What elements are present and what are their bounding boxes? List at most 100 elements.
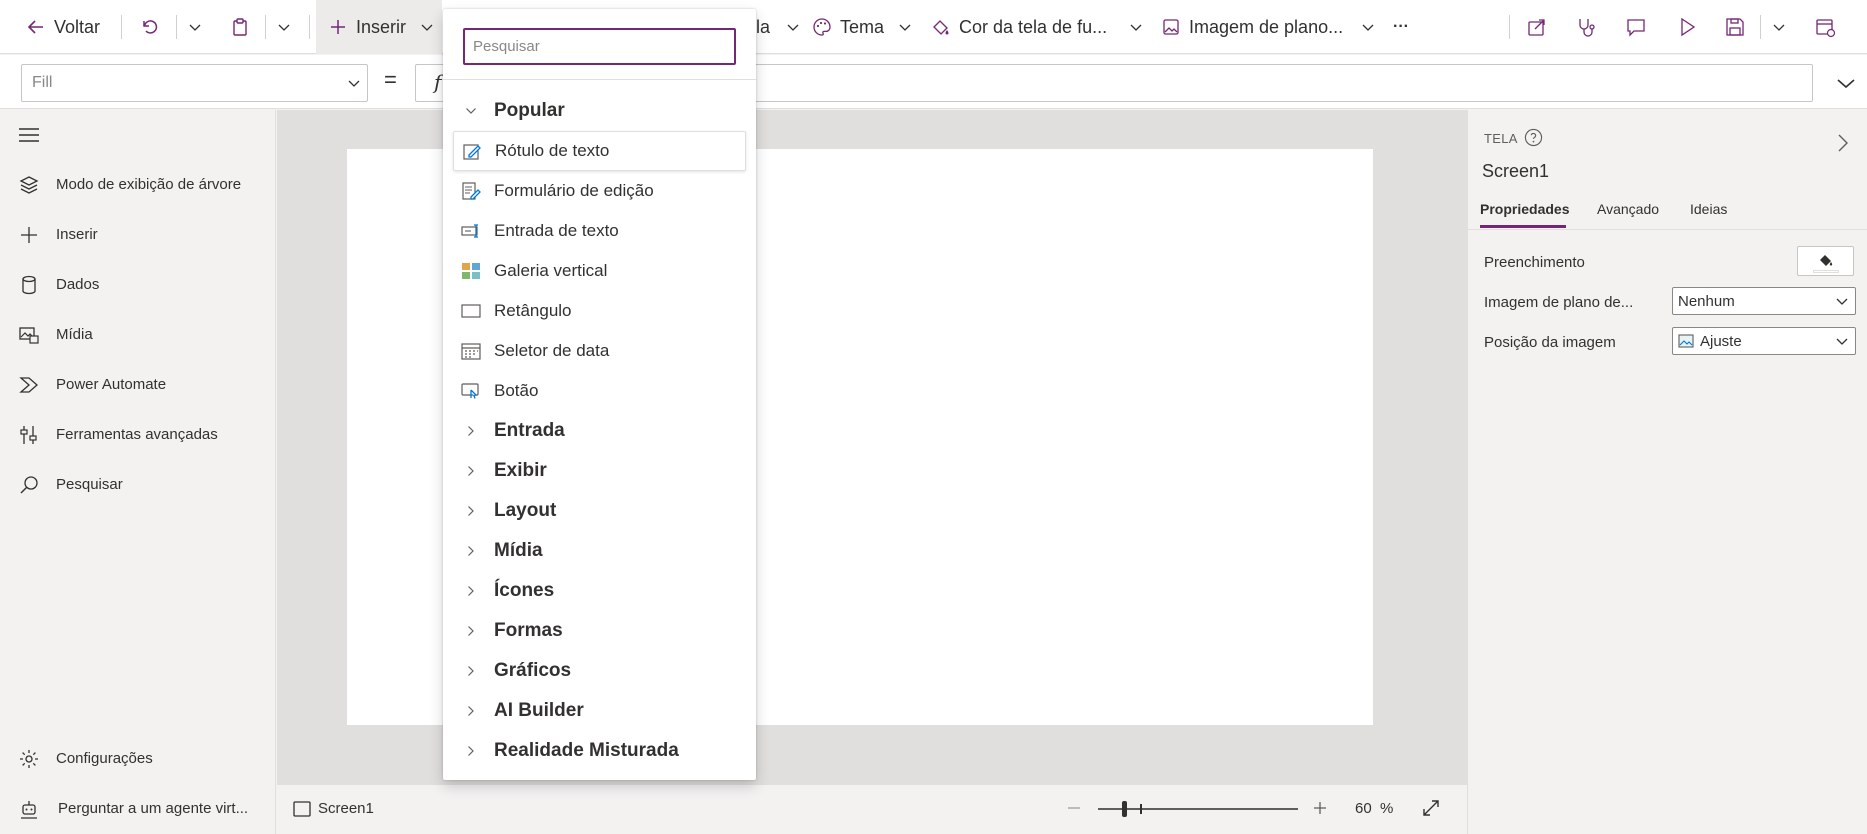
insert-search-input[interactable] (463, 28, 736, 65)
collapse-panel-button[interactable] (1836, 132, 1850, 154)
theme-button[interactable]: Tema (812, 0, 912, 54)
nav-advanced-tools[interactable]: Ferramentas avançadas (0, 414, 276, 454)
help-button[interactable] (1524, 128, 1543, 147)
category-popular[interactable]: Popular (443, 91, 756, 131)
command-bar: Voltar Inserir la Tema Cor da tela de fu… (0, 0, 1867, 54)
menu-divider (443, 79, 756, 80)
menu-item-vertical-gallery[interactable]: Galeria vertical (443, 251, 756, 291)
panel-screen-name[interactable]: Screen1 (1482, 161, 1549, 182)
paste-button[interactable] (230, 0, 250, 54)
chevron-down-icon (899, 24, 911, 31)
fx-label: f (434, 70, 442, 94)
chevron-down-icon (348, 80, 360, 87)
nav-settings[interactable]: Configurações (0, 738, 276, 778)
fill-color-picker[interactable] (1797, 246, 1854, 276)
image-fit-icon (1678, 334, 1694, 348)
undo-button[interactable] (140, 0, 160, 54)
property-dropdown[interactable]: Fill (21, 64, 368, 102)
tab-ideas[interactable]: Ideias (1690, 201, 1727, 217)
category-ai-builder[interactable]: AI Builder (443, 691, 756, 731)
background-image-label: Imagem de plano de... (1484, 294, 1634, 311)
category-shapes[interactable]: Formas (443, 611, 756, 651)
category-media-label: Mídia (494, 540, 543, 561)
zoom-out-button[interactable] (1064, 798, 1084, 818)
help-icon (1524, 128, 1543, 147)
nav-media[interactable]: Mídia (0, 314, 276, 354)
more-button[interactable]: ··· (1393, 0, 1409, 54)
menu-item-date-picker[interactable]: Seletor de data (443, 331, 756, 371)
publish-button[interactable] (1814, 0, 1836, 54)
comments-button[interactable] (1625, 0, 1647, 54)
nav-advanced-tools-label: Ferramentas avançadas (56, 425, 218, 443)
zoom-slider-tick (1140, 804, 1142, 814)
comment-icon (1627, 19, 1645, 37)
category-popular-label: Popular (494, 100, 565, 121)
expand-formula-button[interactable] (1826, 64, 1866, 102)
play-button[interactable] (1676, 0, 1698, 54)
screen-selector[interactable]: Screen1 (293, 800, 374, 817)
category-charts[interactable]: Gráficos (443, 651, 756, 691)
category-icons[interactable]: Ícones (443, 571, 756, 611)
paste-dropdown-button[interactable] (277, 0, 291, 54)
insert-menu: Popular Rótulo de texto Formulário de ed… (443, 9, 756, 780)
category-media[interactable]: Mídia (443, 531, 756, 571)
back-button[interactable]: Voltar (26, 0, 100, 54)
background-image-dropdown[interactable]: Nenhum (1672, 287, 1856, 315)
new-screen-button[interactable]: la (756, 0, 800, 54)
zoom-in-button[interactable] (1310, 798, 1330, 818)
tab-advanced[interactable]: Avançado (1597, 201, 1659, 217)
category-display[interactable]: Exibir (443, 451, 756, 491)
insert-button[interactable]: Inserir (328, 0, 434, 54)
menu-item-rectangle[interactable]: Retângulo (443, 291, 756, 331)
menu-item-text-input[interactable]: Entrada de texto (443, 211, 756, 251)
fit-to-window-button[interactable] (1420, 797, 1442, 819)
category-mixed-reality[interactable]: Realidade Misturada (443, 731, 756, 771)
menu-item-rectangle-label: Retângulo (494, 301, 572, 320)
zoom-value[interactable]: 60 (1355, 800, 1372, 817)
menu-item-edit-form[interactable]: Formulário de edição (443, 171, 756, 211)
chevron-right-icon (468, 506, 474, 516)
chevron-down-icon (1362, 24, 1374, 31)
tab-properties[interactable]: Propriedades (1480, 201, 1569, 217)
nav-power-automate[interactable]: Power Automate (0, 364, 276, 404)
nav-data[interactable]: Dados (0, 264, 276, 304)
chevron-down-icon (189, 24, 201, 31)
hamburger-button[interactable] (18, 126, 40, 144)
chevron-right-icon (1838, 134, 1848, 152)
background-color-button[interactable]: Cor da tela de fu... (931, 0, 1143, 54)
background-image-button[interactable]: Imagem de plano... (1161, 0, 1375, 54)
nav-virtual-agent[interactable]: Perguntar a um agente virt... (0, 788, 276, 828)
chevron-down-icon (1130, 24, 1142, 31)
left-navigation: Modo de exibição de árvore Inserir Dados… (0, 110, 276, 834)
status-bar: Screen1 60 % (277, 784, 1467, 834)
menu-item-text-label[interactable]: Rótulo de texto (453, 131, 746, 171)
property-value: Fill (32, 74, 53, 91)
edit-form-icon (462, 182, 481, 200)
menu-item-button[interactable]: Botão (443, 371, 756, 411)
app-checker-button[interactable] (1575, 0, 1597, 54)
equals-sign: = (384, 67, 397, 92)
bot-icon (21, 801, 37, 819)
date-picker-icon (461, 343, 481, 360)
button-icon (461, 383, 479, 399)
nav-insert[interactable]: Inserir (0, 214, 276, 254)
play-icon (1681, 17, 1696, 37)
chevron-down-icon (1836, 298, 1848, 305)
category-layout[interactable]: Layout (443, 491, 756, 531)
chevron-right-icon (468, 586, 474, 596)
nav-tree-view[interactable]: Modo de exibição de árvore (0, 164, 276, 204)
zoom-slider-thumb[interactable] (1122, 801, 1127, 817)
share-button[interactable] (1526, 0, 1548, 54)
category-input[interactable]: Entrada (443, 411, 756, 451)
undo-dropdown-button[interactable] (188, 0, 202, 54)
image-position-value: Ajuste (1700, 332, 1742, 350)
save-button[interactable] (1724, 0, 1746, 54)
nav-search[interactable]: Pesquisar (0, 464, 276, 504)
zoom-slider[interactable] (1098, 799, 1298, 819)
image-position-dropdown[interactable]: Ajuste (1672, 327, 1856, 355)
paint-bucket-icon (933, 20, 949, 35)
gear-icon (20, 750, 38, 768)
save-dropdown-button[interactable] (1772, 0, 1786, 54)
chevron-right-icon (468, 746, 474, 756)
fill-color-swatch (1813, 270, 1839, 273)
